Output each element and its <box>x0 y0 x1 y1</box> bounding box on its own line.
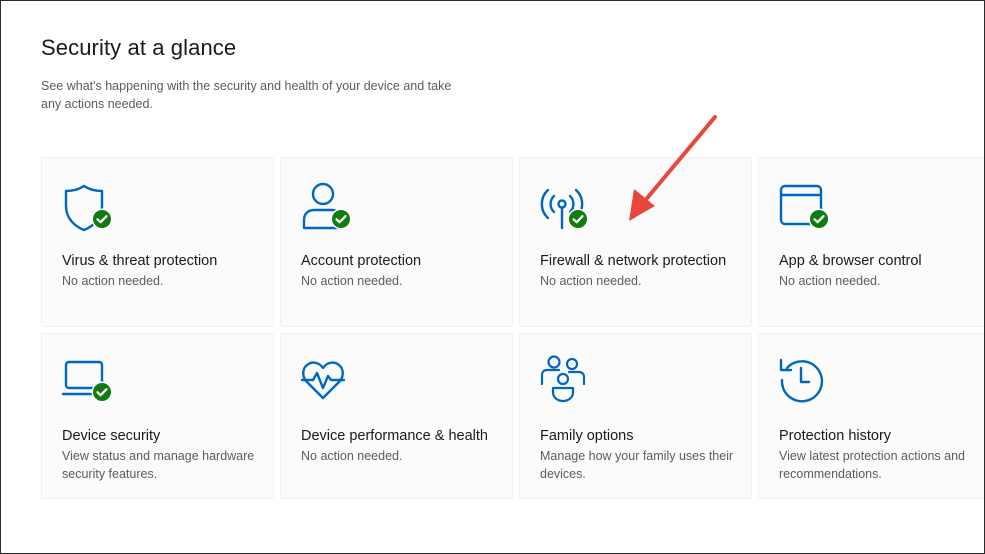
tile-status: Manage how your family uses their device… <box>540 449 734 481</box>
heart-pulse-icon <box>300 361 346 400</box>
tiles-grid: Virus & threat protection No action need… <box>41 157 984 499</box>
page-title: Security at a glance <box>41 35 237 60</box>
tile-account-protection[interactable]: Account protection No action needed. <box>280 157 513 327</box>
check-badge-icon <box>808 208 830 230</box>
tile-title: Device performance & health <box>301 428 488 444</box>
check-badge-icon <box>330 208 352 230</box>
tile-status: View status and manage hardware security… <box>62 449 255 481</box>
check-badge-icon <box>91 208 113 230</box>
tile-device-performance-health[interactable]: Device performance & health No action ne… <box>280 333 513 499</box>
tile-firewall-network-protection[interactable]: Firewall & network protection No action … <box>519 157 752 327</box>
tile-status: No action needed. <box>301 274 403 288</box>
tile-family-options[interactable]: Family options Manage how your family us… <box>519 333 752 499</box>
tile-title: App & browser control <box>779 253 922 269</box>
tile-app-browser-control[interactable]: App & browser control No action needed. <box>758 157 984 327</box>
tile-status: No action needed. <box>779 274 881 288</box>
tile-title: Account protection <box>301 253 422 269</box>
tile-title: Protection history <box>779 428 892 444</box>
tile-title: Virus & threat protection <box>62 253 218 269</box>
tile-protection-history[interactable]: Protection history View latest protectio… <box>758 333 984 499</box>
tile-device-security[interactable]: Device security View status and manage h… <box>41 333 274 499</box>
tile-virus-threat-protection[interactable]: Virus & threat protection No action need… <box>41 157 274 327</box>
tile-status: View latest protection actions and recom… <box>779 449 965 481</box>
history-clock-icon <box>779 358 824 403</box>
tile-status: No action needed. <box>62 274 164 288</box>
tile-title: Device security <box>62 428 161 444</box>
check-badge-icon <box>91 381 113 403</box>
check-badge-icon <box>567 208 589 230</box>
family-icon <box>540 355 586 403</box>
tile-title: Firewall & network protection <box>540 253 727 269</box>
tile-status: No action needed. <box>301 449 403 463</box>
page-subtitle: See what's happening with the security a… <box>41 79 452 111</box>
tile-status: No action needed. <box>540 274 642 288</box>
tile-title: Family options <box>540 428 634 444</box>
window-frame: Security at a glance See what's happenin… <box>0 0 985 554</box>
